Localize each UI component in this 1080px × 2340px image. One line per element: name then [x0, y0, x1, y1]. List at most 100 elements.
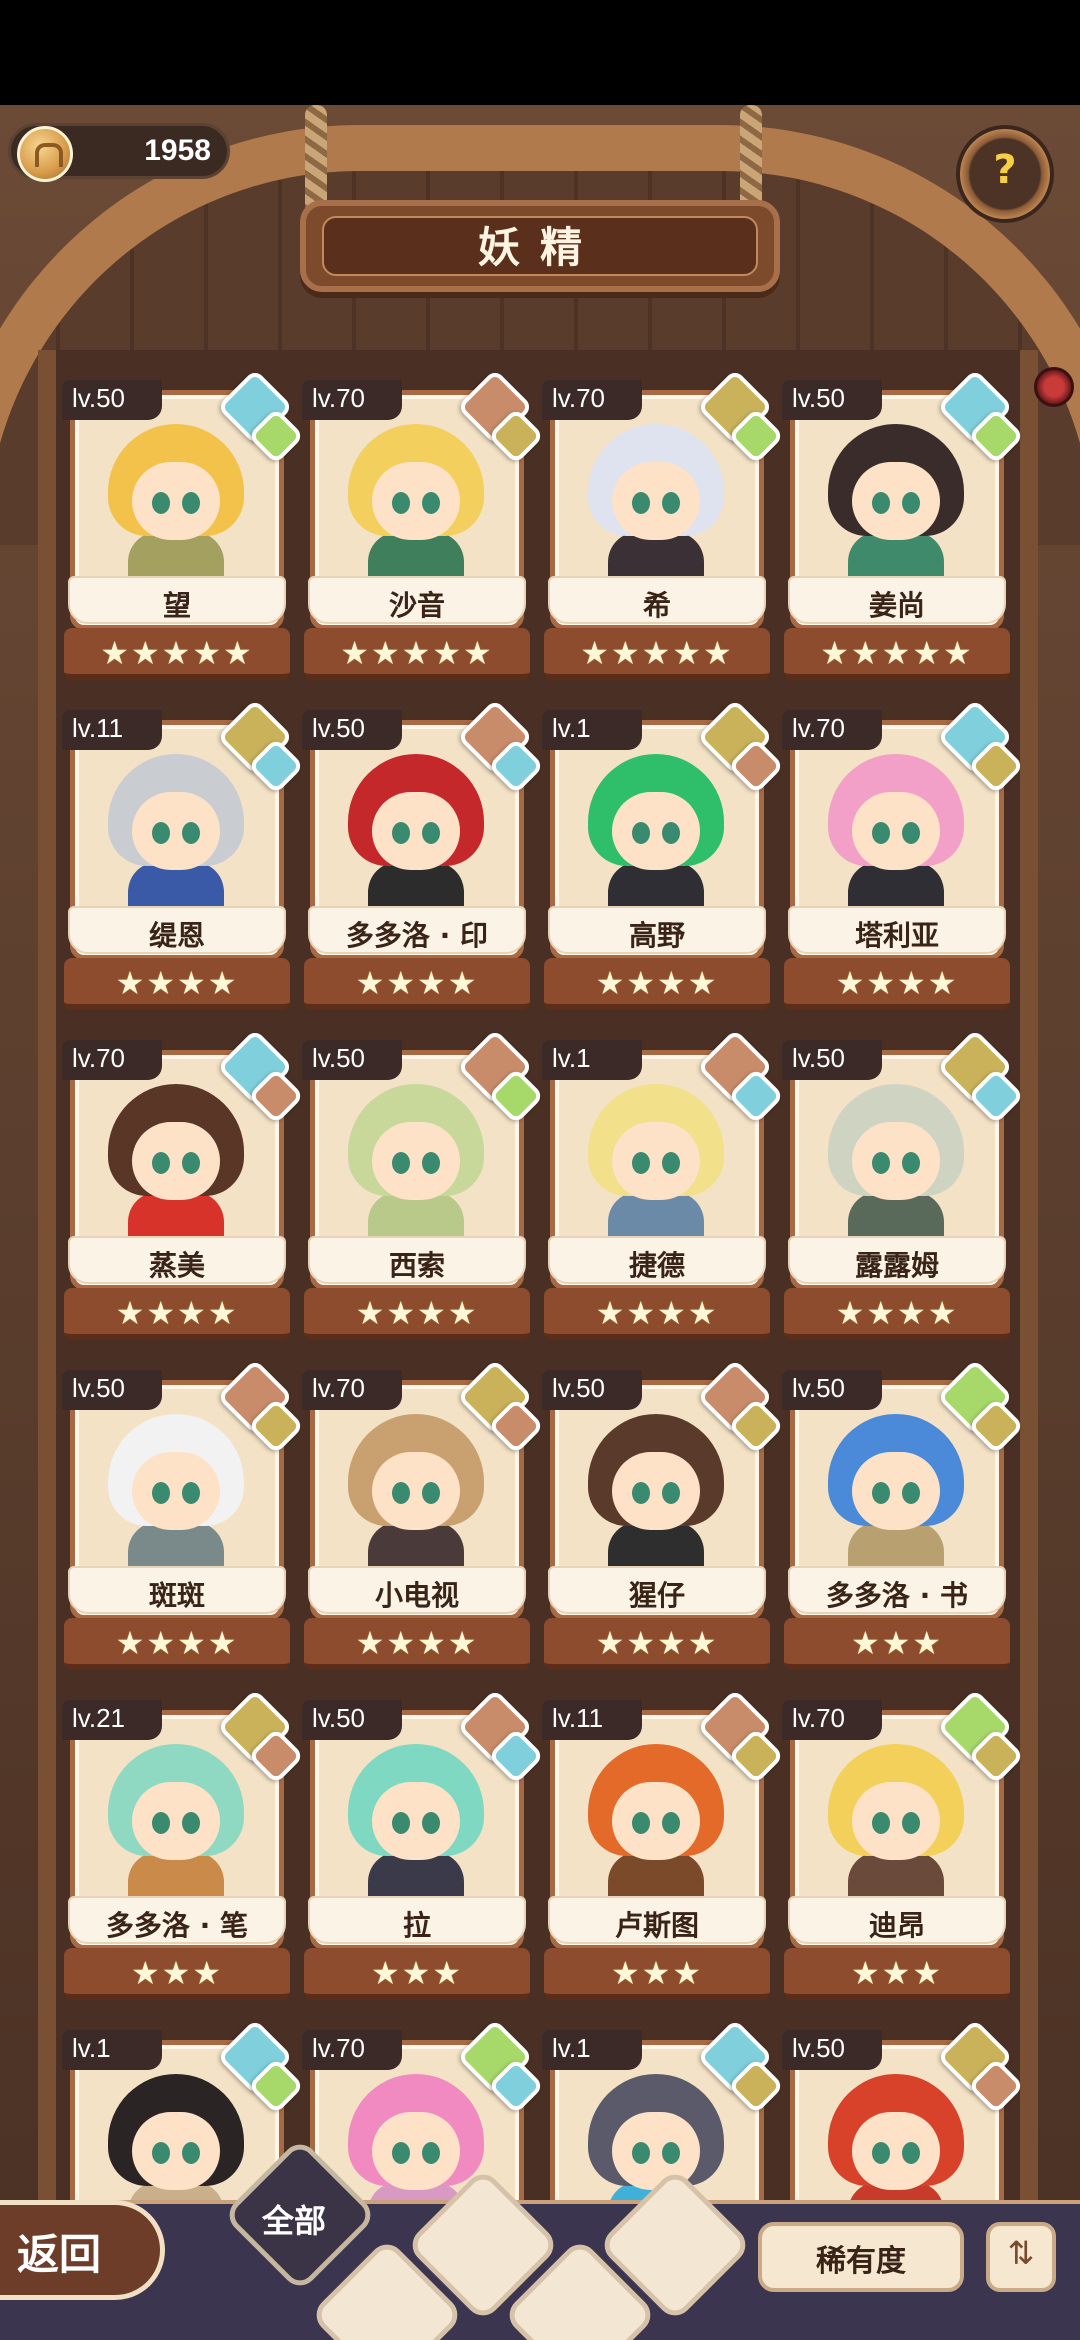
character-portrait	[98, 424, 254, 582]
fairy-name: 希	[548, 576, 766, 624]
fairy-name: 斑斑	[68, 1566, 286, 1614]
character-portrait	[818, 424, 974, 582]
help-button[interactable]: ?	[956, 125, 1054, 223]
fairy-name: 高野	[548, 906, 766, 954]
character-portrait	[818, 754, 974, 912]
fairy-card[interactable]: lv.11 缇恩 ★★★★	[62, 698, 305, 1010]
fairy-collection-screen: 1958 ? 妖精 lv.50 望 ★★★★★ lv.70 沙音 ★★★★★ lv.70 希 ★…	[0, 105, 1080, 2340]
star-rating: ★★★	[784, 1618, 1010, 1670]
fairy-card[interactable]: lv.50 露露姆 ★★★★	[782, 1028, 1025, 1340]
character-portrait	[338, 1414, 494, 1572]
character-portrait	[578, 1744, 734, 1902]
back-label: 返回	[17, 2230, 102, 2279]
fairy-card[interactable]: lv.50 姜尚 ★★★★★	[782, 368, 1025, 680]
fairy-card[interactable]: lv.1 捷德 ★★★★	[542, 1028, 785, 1340]
level-badge: lv.1	[542, 710, 642, 750]
fairy-name: 望	[68, 576, 286, 624]
fairy-card[interactable]: lv.50 多多洛 · 书 ★★★	[782, 1358, 1025, 1670]
level-badge: lv.50	[542, 1370, 642, 1410]
fairy-name: 捷德	[548, 1236, 766, 1284]
fairy-name: 露露姆	[788, 1236, 1006, 1284]
sort-order-button[interactable]: ⇅	[986, 2222, 1056, 2292]
fairy-card[interactable]: lv.70 蒸美 ★★★★	[62, 1028, 305, 1340]
character-portrait	[98, 1084, 254, 1242]
level-badge: lv.70	[302, 2030, 402, 2070]
scroll-indicator	[1034, 367, 1074, 407]
fairy-name: 姜尚	[788, 576, 1006, 624]
level-badge: lv.70	[302, 380, 402, 420]
fairy-name: 多多洛 · 笔	[68, 1896, 286, 1944]
fairy-card[interactable]: lv.50 多多洛 · 印 ★★★★	[302, 698, 545, 1010]
level-badge: lv.1	[542, 2030, 642, 2070]
character-portrait	[578, 424, 734, 582]
fairy-name: 蒸美	[68, 1236, 286, 1284]
level-badge: lv.50	[782, 2030, 882, 2070]
star-rating: ★★★★	[64, 958, 290, 1010]
star-rating: ★★★★	[544, 958, 770, 1010]
fairy-card[interactable]: lv.50 西索 ★★★★	[302, 1028, 545, 1340]
fairy-name: 小电视	[308, 1566, 526, 1614]
character-portrait	[98, 754, 254, 912]
star-rating: ★★★★★	[304, 628, 530, 680]
fairy-name: 多多洛 · 书	[788, 1566, 1006, 1614]
help-icon: ?	[993, 147, 1017, 193]
sort-by-rarity-button[interactable]: 稀有度	[758, 2222, 964, 2292]
fairy-card[interactable]: lv.70 塔利亚 ★★★★	[782, 698, 1025, 1010]
level-badge: lv.50	[302, 1700, 402, 1740]
fairy-card[interactable]: lv.70 希 ★★★★★	[542, 368, 785, 680]
title-sign: 妖精	[300, 200, 780, 292]
star-rating: ★★★★	[304, 1618, 530, 1670]
star-rating: ★★★★	[64, 1288, 290, 1340]
fairy-name: 拉	[308, 1896, 526, 1944]
coin-icon	[17, 126, 73, 182]
star-rating: ★★★★	[64, 1618, 290, 1670]
character-portrait	[338, 1744, 494, 1902]
page-title: 妖精	[477, 223, 602, 272]
level-badge: lv.50	[782, 1040, 882, 1080]
level-badge: lv.70	[62, 1040, 162, 1080]
star-rating: ★★★★	[304, 958, 530, 1010]
fairy-name: 缇恩	[68, 906, 286, 954]
filter-all-label: 全部	[262, 2202, 327, 2240]
character-portrait	[338, 1084, 494, 1242]
level-badge: lv.11	[62, 710, 162, 750]
fairy-card[interactable]: lv.11 卢斯图 ★★★	[542, 1688, 785, 2000]
level-badge: lv.50	[302, 1040, 402, 1080]
character-portrait	[98, 1414, 254, 1572]
level-badge: lv.21	[62, 1700, 162, 1740]
star-rating: ★★★	[64, 1948, 290, 2000]
character-portrait	[338, 424, 494, 582]
character-portrait	[578, 1084, 734, 1242]
character-portrait	[578, 754, 734, 912]
star-rating: ★★★★	[784, 1288, 1010, 1340]
status-bar	[0, 0, 1080, 105]
star-rating: ★★★★★	[784, 628, 1010, 680]
fairy-name: 多多洛 · 印	[308, 906, 526, 954]
fairy-name: 猩仔	[548, 1566, 766, 1614]
fairy-name: 迪昂	[788, 1896, 1006, 1944]
fairy-card[interactable]: lv.50 拉 ★★★	[302, 1688, 545, 2000]
star-rating: ★★★★	[544, 1618, 770, 1670]
fairy-name: 沙音	[308, 576, 526, 624]
star-rating: ★★★	[544, 1948, 770, 2000]
fairy-card[interactable]: lv.50 斑斑 ★★★★	[62, 1358, 305, 1670]
fairy-card[interactable]: lv.21 多多洛 · 笔 ★★★	[62, 1688, 305, 2000]
level-badge: lv.50	[62, 1370, 162, 1410]
star-rating: ★★★★	[304, 1288, 530, 1340]
back-button[interactable]: 返回	[0, 2200, 165, 2300]
fairy-card[interactable]: lv.70 小电视 ★★★★	[302, 1358, 545, 1670]
level-badge: lv.70	[542, 380, 642, 420]
level-badge: lv.70	[782, 1700, 882, 1740]
level-badge: lv.70	[782, 710, 882, 750]
character-portrait	[98, 1744, 254, 1902]
fairy-name: 卢斯图	[548, 1896, 766, 1944]
fairy-card[interactable]: lv.50 望 ★★★★★	[62, 368, 305, 680]
fairy-card[interactable]: lv.50 猩仔 ★★★★	[542, 1358, 785, 1670]
level-badge: lv.50	[62, 380, 162, 420]
fairy-card[interactable]: lv.70 沙音 ★★★★★	[302, 368, 545, 680]
fairy-card[interactable]: lv.70 迪昂 ★★★	[782, 1688, 1025, 2000]
character-portrait	[818, 1744, 974, 1902]
fairy-card[interactable]: lv.1 高野 ★★★★	[542, 698, 785, 1010]
level-badge: lv.1	[542, 1040, 642, 1080]
level-badge: lv.70	[302, 1370, 402, 1410]
